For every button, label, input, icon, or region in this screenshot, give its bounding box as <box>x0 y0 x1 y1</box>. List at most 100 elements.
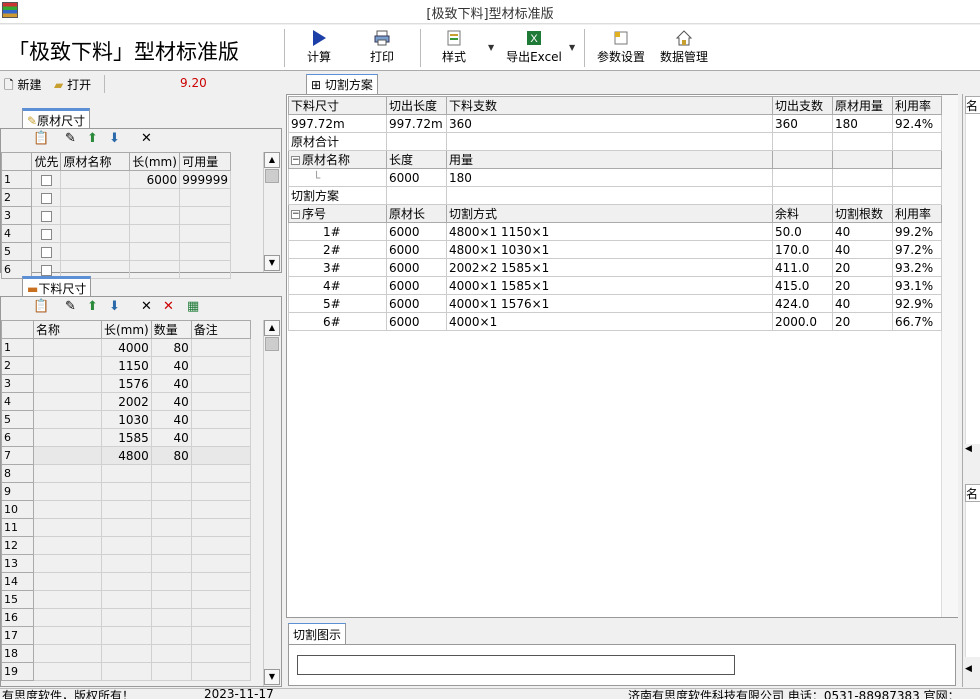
table-row[interactable]: 6 1585 40 <box>1 428 252 447</box>
name-cell[interactable] <box>33 410 102 429</box>
priority-cell[interactable] <box>31 170 62 189</box>
tab-cutting-plan[interactable]: ⊞ 切割方案 <box>306 74 378 94</box>
table-row[interactable]: 18 <box>1 644 252 663</box>
length-cell[interactable]: 4000 <box>101 338 152 357</box>
length-cell[interactable] <box>129 242 181 261</box>
col-header[interactable]: 可用量 <box>179 152 231 171</box>
calculate-button[interactable]: 计算 <box>298 29 340 67</box>
table-row[interactable]: 4 <box>0 224 231 243</box>
qty-cell[interactable]: 999999 <box>179 170 231 189</box>
note-cell[interactable] <box>190 446 252 465</box>
move-down-icon[interactable]: ⬇ <box>109 132 120 146</box>
length-cell[interactable] <box>129 224 181 243</box>
table-row[interactable]: 3 <box>0 206 231 225</box>
name-cell[interactable] <box>33 356 102 375</box>
delete-icon[interactable]: ✕ <box>141 300 152 314</box>
scroll-up-icon[interactable]: ▲ <box>264 320 280 336</box>
checkbox[interactable] <box>40 174 52 186</box>
qty-cell[interactable]: 40 <box>150 410 192 429</box>
length-cell[interactable]: 1576 <box>101 374 152 393</box>
length-cell[interactable]: 4800 <box>101 446 152 465</box>
qty-cell[interactable]: 80 <box>150 446 192 465</box>
plan-row[interactable]: 4# 6000 4000×1 1585×1 415.0 20 93.1% <box>288 276 942 295</box>
col-header[interactable]: 原材名称 <box>60 152 131 171</box>
table-row[interactable]: 1 4000 80 <box>1 338 252 357</box>
table-row[interactable]: 14 <box>1 572 252 591</box>
name-cell[interactable] <box>60 242 131 261</box>
table-row[interactable]: 5 1030 40 <box>1 410 252 429</box>
name-cell[interactable] <box>60 170 131 189</box>
name-cell[interactable] <box>33 374 102 393</box>
col-header[interactable]: 长(mm) <box>101 320 152 339</box>
tree-node-raw[interactable]: − 原材名称 <box>288 150 387 169</box>
checkbox[interactable] <box>40 192 52 204</box>
qty-cell[interactable] <box>179 206 231 225</box>
priority-cell[interactable] <box>31 224 62 243</box>
raw-material-scrollbar[interactable]: ▲ ▼ <box>263 152 280 272</box>
qty-cell[interactable]: 40 <box>150 392 192 411</box>
name-cell[interactable] <box>33 446 102 465</box>
qty-cell[interactable] <box>179 224 231 243</box>
qty-cell[interactable] <box>179 188 231 207</box>
table-row[interactable]: 3 1576 40 <box>1 374 252 393</box>
clear-all-icon[interactable]: ✕ <box>163 300 174 314</box>
name-cell[interactable] <box>33 428 102 447</box>
export-dropdown-arrow-icon[interactable]: ▼ <box>569 43 575 52</box>
priority-cell[interactable] <box>31 188 62 207</box>
qty-cell[interactable]: 40 <box>150 374 192 393</box>
table-row[interactable]: 17 <box>1 626 252 645</box>
tab-cutting-diagram[interactable]: 切割图示 <box>288 623 347 645</box>
col-header[interactable]: 优先 <box>31 152 62 171</box>
note-cell[interactable] <box>190 356 252 375</box>
table-row[interactable]: 11 <box>1 518 252 537</box>
qty-cell[interactable] <box>179 260 231 279</box>
edit-icon[interactable]: ✎ <box>65 300 76 314</box>
scroll-thumb[interactable] <box>265 337 279 351</box>
length-cell[interactable] <box>129 188 181 207</box>
col-header[interactable]: 备注 <box>190 320 252 339</box>
cutting-plan-scrollbar[interactable] <box>941 95 958 617</box>
length-cell[interactable]: 1150 <box>101 356 152 375</box>
note-cell[interactable] <box>190 410 252 429</box>
collapse-icon[interactable]: − <box>291 210 300 219</box>
table-row[interactable]: 10 <box>1 500 252 519</box>
note-cell[interactable] <box>190 374 252 393</box>
length-cell[interactable] <box>129 260 181 279</box>
scroll-left-icon[interactable]: ◀ <box>965 444 972 454</box>
plan-row[interactable]: 2# 6000 4800×1 1030×1 170.0 40 97.2% <box>288 240 942 259</box>
export-excel-button[interactable]: X 导出Excel <box>506 29 562 67</box>
plan-row[interactable]: 6# 6000 4000×1 2000.0 20 66.7% <box>288 312 942 331</box>
name-cell[interactable] <box>33 338 102 357</box>
table-row[interactable]: 2 <box>0 188 231 207</box>
open-button[interactable]: ▰ 打开 <box>54 76 91 93</box>
priority-cell[interactable] <box>31 242 62 261</box>
col-header[interactable]: 数量 <box>150 320 192 339</box>
name-cell[interactable] <box>33 392 102 411</box>
style-button[interactable]: 样式 <box>434 29 474 67</box>
length-cell[interactable]: 1030 <box>101 410 152 429</box>
move-up-icon[interactable]: ⬆ <box>87 300 98 314</box>
note-cell[interactable] <box>190 428 252 447</box>
params-button[interactable]: 参数设置 <box>595 29 647 67</box>
note-cell[interactable] <box>190 392 252 411</box>
scroll-thumb[interactable] <box>265 169 279 183</box>
cut-parts-scrollbar[interactable]: ▲ ▼ <box>263 320 280 686</box>
table-row[interactable]: 8 <box>1 464 252 483</box>
length-cell[interactable] <box>129 206 181 225</box>
qty-cell[interactable]: 80 <box>150 338 192 357</box>
edit-icon[interactable]: ✎ <box>65 132 76 146</box>
name-cell[interactable] <box>60 206 131 225</box>
table-row-selected[interactable]: 7 4800 80 <box>1 446 252 465</box>
scroll-left-icon[interactable]: ◀ <box>965 664 972 674</box>
length-cell[interactable]: 2002 <box>101 392 152 411</box>
import-excel-icon[interactable]: ▦ <box>187 300 199 314</box>
plan-row[interactable]: 3# 6000 2002×2 1585×1 411.0 20 93.2% <box>288 258 942 277</box>
tab-raw-material[interactable]: ✎原材尺寸 <box>22 108 91 128</box>
table-row[interactable]: 9 <box>1 482 252 501</box>
plan-row[interactable]: 5# 6000 4000×1 1576×1 424.0 40 92.9% <box>288 294 942 313</box>
print-button[interactable]: 打印 <box>362 29 402 67</box>
move-up-icon[interactable]: ⬆ <box>87 132 98 146</box>
col-header[interactable]: 长(mm) <box>129 152 181 171</box>
table-row[interactable]: 15 <box>1 590 252 609</box>
table-row[interactable]: 5 <box>0 242 231 261</box>
